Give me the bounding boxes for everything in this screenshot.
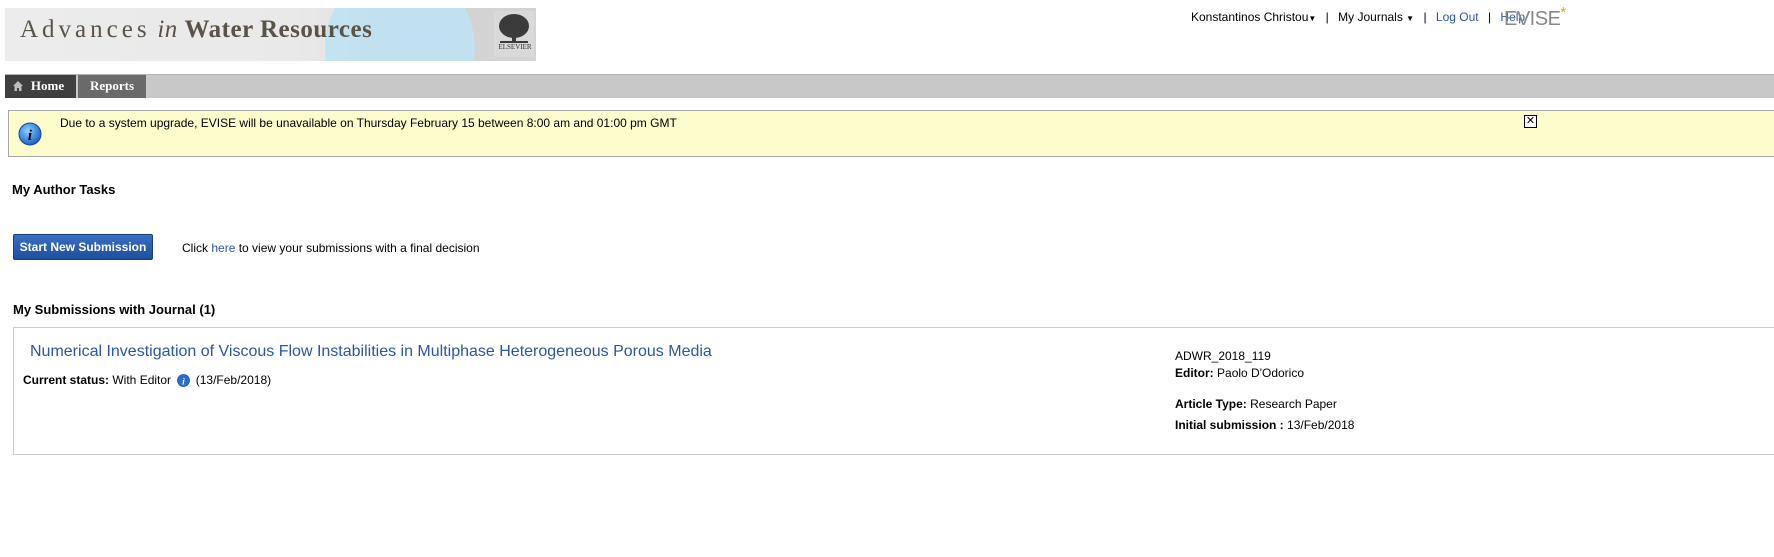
evise-logo: EVISE* [1504, 4, 1566, 30]
submission-meta: ADWR_2018_119 Editor: Paolo D'Odorico Ar… [1175, 348, 1354, 438]
author-tasks-heading: My Author Tasks [12, 182, 116, 197]
publisher-logo-text: ELSEVIER [498, 43, 532, 51]
user-menu[interactable]: Konstantinos Christou▼ [1191, 10, 1316, 24]
tab-home[interactable]: Home [5, 75, 76, 98]
final-decision-text: Click here to view your submissions with… [182, 241, 480, 255]
journal-title: Advances in Water Resources [20, 16, 373, 43]
submission-title-link[interactable]: Numerical Investigation of Viscous Flow … [30, 343, 712, 361]
system-alert: i Due to a system upgrade, EVISE will be… [8, 110, 1774, 157]
manuscript-id: ADWR_2018_119 [1175, 349, 1271, 363]
alert-message: Due to a system upgrade, EVISE will be u… [60, 116, 677, 130]
user-links: Konstantinos Christou▼ | My Journals ▼ |… [1191, 10, 1526, 24]
final-decision-link[interactable]: here [211, 241, 235, 255]
logout-link[interactable]: Log Out [1436, 10, 1479, 24]
editor-row: Editor: Paolo D'Odorico [1175, 366, 1305, 380]
caret-down-icon: ▼ [1406, 14, 1415, 23]
submissions-heading: My Submissions with Journal (1) [13, 302, 216, 317]
tab-reports[interactable]: Reports [78, 75, 146, 98]
status-info-icon[interactable]: i [177, 374, 191, 387]
submission-status: Current status: With Editor i (13/Feb/20… [23, 373, 272, 387]
home-icon [13, 81, 23, 91]
caret-down-icon: ▼ [1308, 14, 1317, 23]
submission-card: Numerical Investigation of Viscous Flow … [13, 327, 1774, 455]
journal-banner: Advances in Water Resources ELSEVIER [5, 8, 536, 61]
article-type-row: Article Type: Research Paper [1175, 397, 1337, 411]
main-nav: Home Reports [5, 74, 1774, 98]
info-icon: i [18, 122, 42, 146]
start-new-submission-button[interactable]: Start New Submission [13, 234, 153, 260]
my-journals-menu[interactable]: My Journals ▼ [1338, 10, 1414, 24]
initial-submission-row: Initial submission : 13/Feb/2018 [1175, 418, 1355, 432]
close-icon[interactable]: ✕ [1524, 115, 1537, 128]
